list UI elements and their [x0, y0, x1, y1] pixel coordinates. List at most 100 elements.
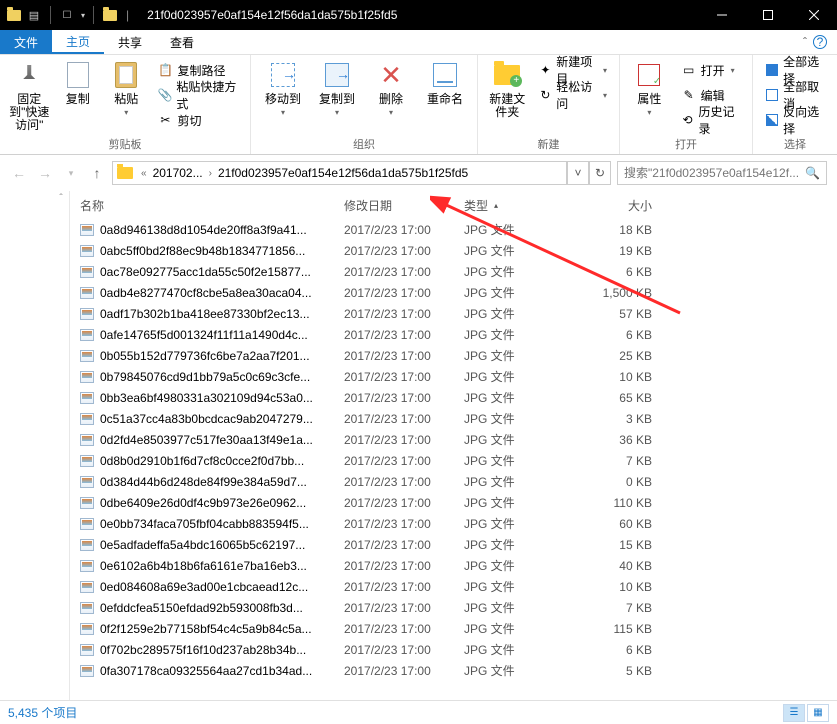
copy-button[interactable]: 复制 — [56, 59, 98, 106]
qat-checkbox-icon[interactable]: ☐ — [59, 7, 75, 23]
table-row[interactable]: 0bb3ea6bf4980331a302109d94c53a0...2017/2… — [70, 387, 837, 408]
breadcrumb-segment[interactable]: 21f0d023957e0af154e12f56da1da575b1f25fd5 — [216, 166, 470, 180]
properties-icon — [638, 64, 660, 86]
file-icon — [80, 308, 94, 320]
file-list: 名称 修改日期 类型▴ 大小 0a8d946138d8d1054de20ff8a… — [70, 191, 837, 700]
table-row[interactable]: 0b055b152d779736fc6be7a2aa7f201...2017/2… — [70, 345, 837, 366]
chevron-icon[interactable]: « — [139, 168, 149, 179]
nav-pane[interactable]: ˆ — [0, 191, 70, 700]
navbar: ← → ▾ ↑ « 201702... › 21f0d023957e0af154… — [0, 155, 837, 191]
search-icon[interactable]: 🔍 — [805, 166, 820, 180]
new-folder-button[interactable]: 新建文件夹 — [486, 59, 529, 119]
file-name: 0efddcfea5150efdad92b593008fb3d... — [100, 601, 303, 615]
table-row[interactable]: 0efddcfea5150efdad92b593008fb3d...2017/2… — [70, 597, 837, 618]
table-row[interactable]: 0afe14765f5d001324f11f11a1490d4c...2017/… — [70, 324, 837, 345]
navpane-scroll-up-icon[interactable]: ˆ — [59, 191, 62, 206]
ribbon-panel: 固定到"快速访问" 复制 粘贴 ▾ 📋复制路径 📎粘贴快捷方式 ✂剪切 剪贴板 — [0, 55, 837, 155]
properties-button[interactable]: 属性▾ — [628, 59, 671, 117]
qat-item-icon[interactable]: ▤ — [26, 7, 42, 23]
move-to-button[interactable]: 移动到▾ — [259, 59, 307, 117]
paste-button[interactable]: 粘贴 ▾ — [105, 59, 147, 117]
open-button[interactable]: ▭打开▾ — [677, 59, 744, 81]
table-row[interactable]: 0c51a37cc4a83b0bcdcac9ab2047279...2017/2… — [70, 408, 837, 429]
chevron-right-icon[interactable]: › — [207, 168, 214, 179]
search-input[interactable] — [624, 166, 805, 180]
pin-button[interactable]: 固定到"快速访问" — [8, 59, 50, 133]
rename-icon — [433, 63, 457, 87]
table-row[interactable]: 0b79845076cd9d1bb79a5c0c69c3cfe...2017/2… — [70, 366, 837, 387]
cut-button[interactable]: ✂剪切 — [153, 109, 242, 131]
refresh-button[interactable]: ↻ — [589, 161, 611, 185]
file-size: 10 KB — [568, 580, 658, 594]
paste-shortcut-button[interactable]: 📎粘贴快捷方式 — [153, 84, 242, 106]
table-row[interactable]: 0abc5ff0bd2f88ec9b48b1834771856...2017/2… — [70, 240, 837, 261]
file-date: 2017/2/23 17:00 — [338, 454, 458, 468]
history-button[interactable]: ⟲历史记录 — [677, 109, 744, 131]
file-size: 7 KB — [568, 601, 658, 615]
file-date: 2017/2/23 17:00 — [338, 580, 458, 594]
ribbon-collapse-icon[interactable]: ˆ — [803, 35, 807, 49]
breadcrumb[interactable]: « 201702... › 21f0d023957e0af154e12f56da… — [112, 161, 567, 185]
file-type: JPG 文件 — [458, 494, 568, 511]
file-date: 2017/2/23 17:00 — [338, 475, 458, 489]
file-date: 2017/2/23 17:00 — [338, 433, 458, 447]
tab-view[interactable]: 查看 — [156, 30, 208, 54]
table-row[interactable]: 0adb4e8277470cf8cbe5a8ea30aca04...2017/2… — [70, 282, 837, 303]
table-row[interactable]: 0d8b0d2910b1f6d7cf8c0cce2f0d7bb...2017/2… — [70, 450, 837, 471]
file-name: 0abc5ff0bd2f88ec9b48b1834771856... — [100, 244, 305, 258]
invert-select-icon — [765, 112, 779, 128]
nav-forward-button[interactable]: → — [36, 165, 54, 181]
file-icon — [80, 581, 94, 593]
table-row[interactable]: 0e6102a6b4b18b6fa6161e7ba16eb3...2017/2/… — [70, 555, 837, 576]
table-row[interactable]: 0d384d44b6d248de84f99e384a59d7...2017/2/… — [70, 471, 837, 492]
breadcrumb-segment[interactable]: 201702... — [151, 166, 205, 180]
search-box[interactable]: 🔍 — [617, 161, 827, 185]
close-button[interactable] — [791, 0, 837, 30]
column-name[interactable]: 名称 — [70, 197, 338, 214]
maximize-button[interactable] — [745, 0, 791, 30]
column-type[interactable]: 类型▴ — [458, 197, 568, 214]
nav-up-button[interactable]: ↑ — [88, 165, 106, 181]
table-row[interactable]: 0dbe6409e26d0df4c9b973e26e0962...2017/2/… — [70, 492, 837, 513]
cut-icon: ✂ — [157, 112, 173, 128]
tab-share[interactable]: 共享 — [104, 30, 156, 54]
file-size: 25 KB — [568, 349, 658, 363]
help-icon[interactable]: ? — [813, 35, 827, 49]
column-size[interactable]: 大小 — [568, 197, 658, 214]
delete-button[interactable]: ✕ 删除▾ — [367, 59, 415, 117]
view-details-button[interactable]: ☰ — [783, 704, 805, 722]
file-type: JPG 文件 — [458, 473, 568, 490]
nav-recent-dropdown[interactable]: ▾ — [62, 168, 80, 179]
invert-select-button[interactable]: 反向选择 — [761, 109, 829, 131]
breadcrumb-dropdown[interactable]: ˅ — [567, 161, 589, 185]
table-row[interactable]: 0adf17b302b1ba418ee87330bf2ec13...2017/2… — [70, 303, 837, 324]
file-date: 2017/2/23 17:00 — [338, 538, 458, 552]
table-row[interactable]: 0f2f1259e2b77158bf54c4c5a9b84c5a...2017/… — [70, 618, 837, 639]
file-type: JPG 文件 — [458, 221, 568, 238]
column-date[interactable]: 修改日期 — [338, 197, 458, 214]
file-type: JPG 文件 — [458, 641, 568, 658]
copy-to-button[interactable]: 复制到▾ — [313, 59, 361, 117]
table-row[interactable]: 0a8d946138d8d1054de20ff8a3f9a41...2017/2… — [70, 219, 837, 240]
table-row[interactable]: 0e5adfadeffa5a4bdc16065b5c62197...2017/2… — [70, 534, 837, 555]
minimize-button[interactable] — [699, 0, 745, 30]
view-icons-button[interactable]: ▦ — [807, 704, 829, 722]
table-row[interactable]: 0ac78e092775acc1da55c50f2e15877...2017/2… — [70, 261, 837, 282]
table-row[interactable]: 0e0bb734faca705fbf04cabb883594f5...2017/… — [70, 513, 837, 534]
table-row[interactable]: 0fa307178ca09325564aa27cd1b34ad...2017/2… — [70, 660, 837, 681]
easy-access-button[interactable]: ↻轻松访问▾ — [535, 84, 611, 106]
file-size: 36 KB — [568, 433, 658, 447]
file-name: 0a8d946138d8d1054de20ff8a3f9a41... — [100, 223, 307, 237]
tab-home[interactable]: 主页 — [52, 30, 104, 54]
file-date: 2017/2/23 17:00 — [338, 328, 458, 342]
file-size: 5 KB — [568, 664, 658, 678]
qat-dropdown-icon[interactable]: ▾ — [81, 11, 85, 20]
nav-back-button[interactable]: ← — [10, 165, 28, 181]
group-label-select: 选择 — [761, 134, 829, 154]
table-row[interactable]: 0f702bc289575f16f10d237ab28b34b...2017/2… — [70, 639, 837, 660]
tab-file[interactable]: 文件 — [0, 30, 52, 54]
table-row[interactable]: 0d2fd4e8503977c517fe30aa13f49e1a...2017/… — [70, 429, 837, 450]
rename-button[interactable]: 重命名 — [421, 59, 469, 106]
statusbar: 5,435 个项目 ☰ ▦ — [0, 700, 837, 724]
table-row[interactable]: 0ed084608a69e3ad00e1cbcaead12c...2017/2/… — [70, 576, 837, 597]
